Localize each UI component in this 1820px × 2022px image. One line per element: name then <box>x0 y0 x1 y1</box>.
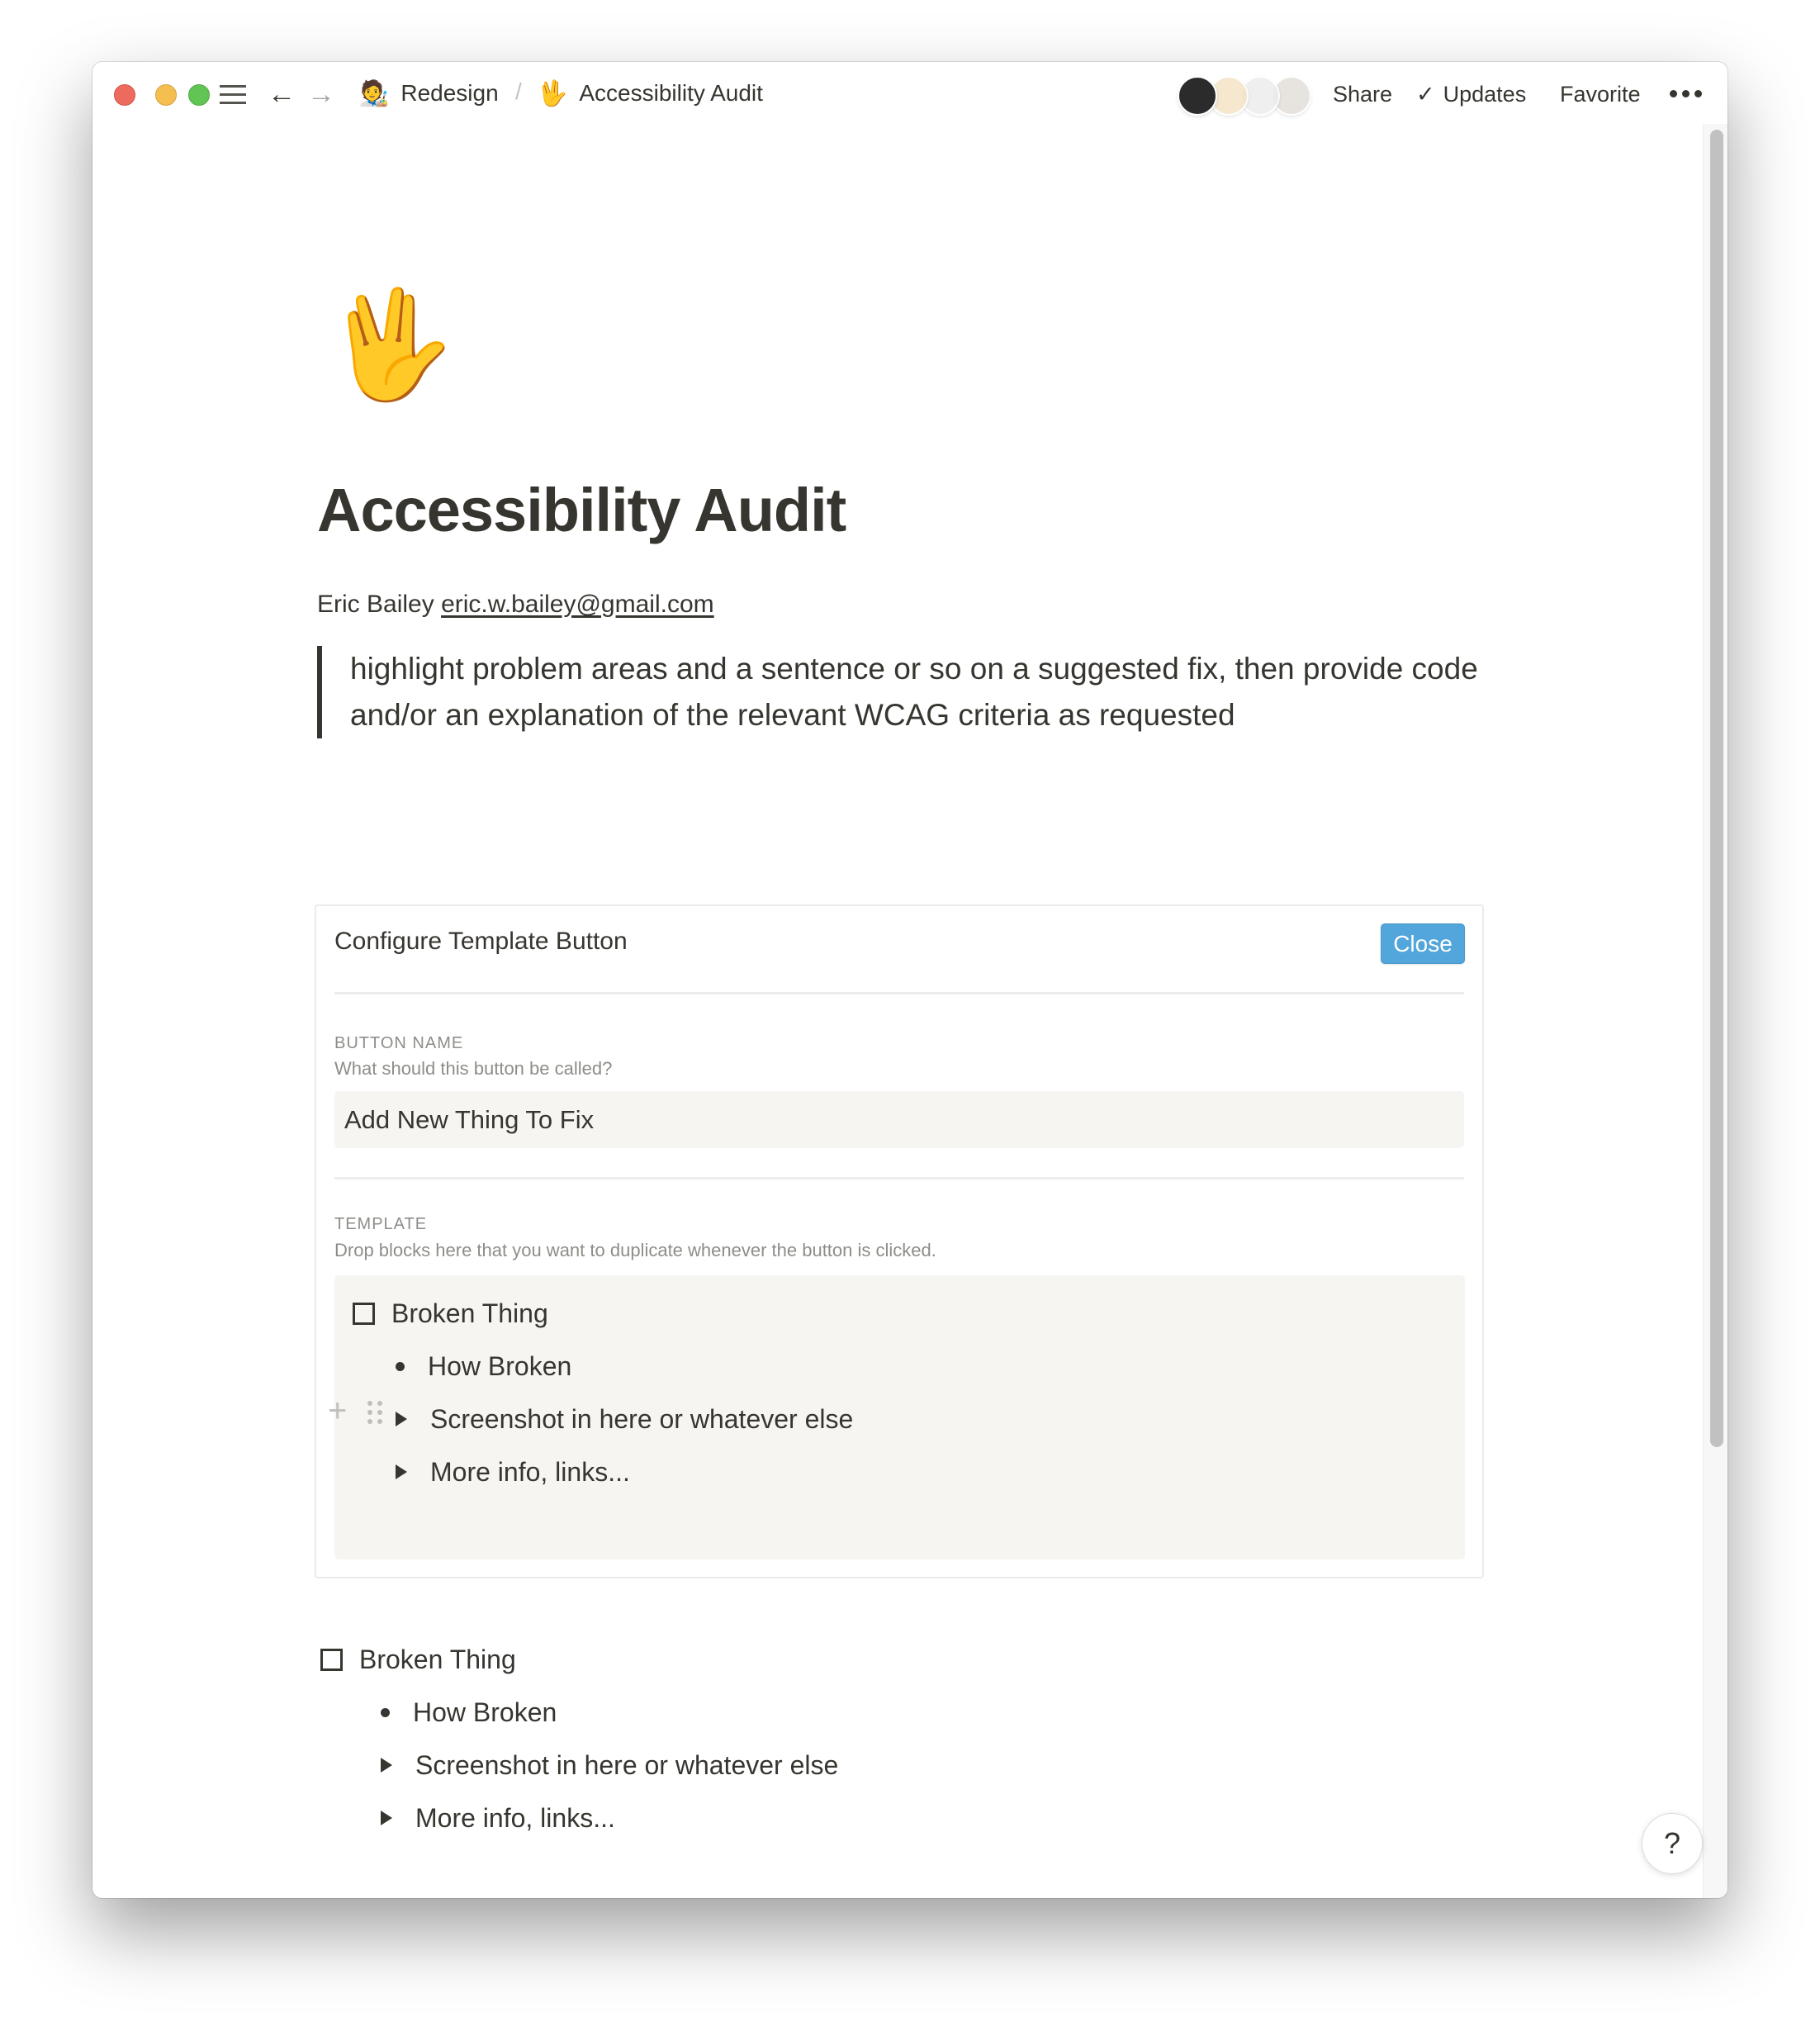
bullet-text[interactable]: How Broken <box>413 1697 557 1728</box>
configure-template-panel: Configure Template Button Close BUTTON N… <box>315 904 1484 1578</box>
todo-block[interactable]: Broken Thing <box>320 1641 516 1678</box>
breadcrumb-label: Redesign <box>400 80 499 106</box>
toggle-triangle-icon[interactable] <box>381 1811 392 1825</box>
close-button[interactable]: Close <box>1381 923 1465 964</box>
breadcrumb-redesign[interactable]: 🧑‍🎨 Redesign <box>358 77 499 110</box>
window-minimize-button[interactable] <box>155 84 177 106</box>
template-drop-area[interactable]: Broken Thing How Broken + Screenshot in … <box>328 1275 1465 1559</box>
app-window: ← → 🧑‍🎨 Redesign / 🖖 Accessibility Audit… <box>92 62 1728 1898</box>
toggle-text[interactable]: More info, links... <box>430 1457 630 1488</box>
toggle-text[interactable]: More info, links... <box>415 1803 615 1834</box>
bullet-block[interactable]: How Broken <box>376 1694 557 1730</box>
checkbox[interactable] <box>353 1302 375 1325</box>
author-name: Eric Bailey <box>317 591 434 618</box>
window-zoom-button[interactable] <box>188 84 210 106</box>
bullet-icon <box>381 1707 390 1717</box>
drag-handle-icon[interactable] <box>367 1401 382 1424</box>
toggle-triangle-icon[interactable] <box>381 1758 392 1773</box>
vulcan-salute-emoji-icon: 🖖 <box>537 79 568 107</box>
updates-button[interactable]: ✓ Updates <box>1416 78 1526 110</box>
window-close-button[interactable] <box>114 84 135 106</box>
bullet-text[interactable]: How Broken <box>428 1351 571 1382</box>
arrow-left-icon[interactable]: ← <box>268 78 296 110</box>
artist-emoji-icon: 🧑‍🎨 <box>358 79 390 107</box>
bullet-icon <box>396 1361 405 1371</box>
favorite-button[interactable]: Favorite <box>1560 78 1641 110</box>
toggle-text[interactable]: Screenshot in here or whatever else <box>430 1404 853 1435</box>
button-name-label: BUTTON NAME <box>334 1034 464 1052</box>
template-toggle-block[interactable]: Screenshot in here or whatever else <box>391 1401 853 1437</box>
toggle-block[interactable]: More info, links... <box>376 1800 615 1836</box>
scrollbar[interactable] <box>1703 124 1728 1898</box>
toggle-triangle-icon[interactable] <box>396 1464 407 1479</box>
share-button[interactable]: Share <box>1333 78 1392 110</box>
updates-label: Updates <box>1443 82 1527 107</box>
toggle-text[interactable]: Screenshot in here or whatever else <box>415 1750 838 1781</box>
quote-block[interactable]: highlight problem areas and a sentence o… <box>317 646 1506 738</box>
check-icon: ✓ <box>1416 82 1435 107</box>
divider <box>334 1177 1464 1180</box>
author-line: Eric Bailey eric.w.bailey@gmail.com <box>317 591 714 619</box>
scrollbar-thumb[interactable] <box>1710 130 1723 1447</box>
template-label: TEMPLATE <box>334 1215 428 1233</box>
arrow-right-icon[interactable]: → <box>307 78 335 110</box>
page-icon[interactable]: 🖖 <box>324 283 455 407</box>
divider <box>334 992 1464 994</box>
more-horizontal-icon[interactable] <box>1670 90 1702 97</box>
todo-text[interactable]: Broken Thing <box>391 1298 548 1329</box>
add-block-plus-icon[interactable]: + <box>328 1394 347 1427</box>
panel-title: Configure Template Button <box>334 928 628 955</box>
template-todo-block[interactable]: Broken Thing <box>353 1295 548 1331</box>
checkbox[interactable] <box>320 1648 343 1671</box>
template-bullet-block[interactable]: How Broken <box>391 1348 571 1384</box>
hamburger-icon[interactable] <box>220 83 246 105</box>
todo-text[interactable]: Broken Thing <box>359 1645 516 1675</box>
toggle-block[interactable]: Screenshot in here or whatever else <box>376 1747 838 1783</box>
button-name-helper: What should this button be called? <box>334 1058 613 1079</box>
help-button[interactable]: ? <box>1642 1813 1703 1874</box>
toggle-triangle-icon[interactable] <box>396 1412 407 1426</box>
breadcrumb-accessibility-audit[interactable]: 🖖 Accessibility Audit <box>537 77 763 110</box>
template-helper: Drop blocks here that you want to duplic… <box>334 1240 936 1260</box>
page-title[interactable]: Accessibility Audit <box>317 475 846 545</box>
template-toggle-block[interactable]: More info, links... <box>391 1454 630 1490</box>
button-name-input[interactable] <box>334 1091 1464 1148</box>
avatar[interactable] <box>1178 76 1217 116</box>
author-email-link[interactable]: eric.w.bailey@gmail.com <box>441 591 714 618</box>
breadcrumb-label: Accessibility Audit <box>579 80 763 106</box>
breadcrumb-separator: / <box>515 78 522 104</box>
